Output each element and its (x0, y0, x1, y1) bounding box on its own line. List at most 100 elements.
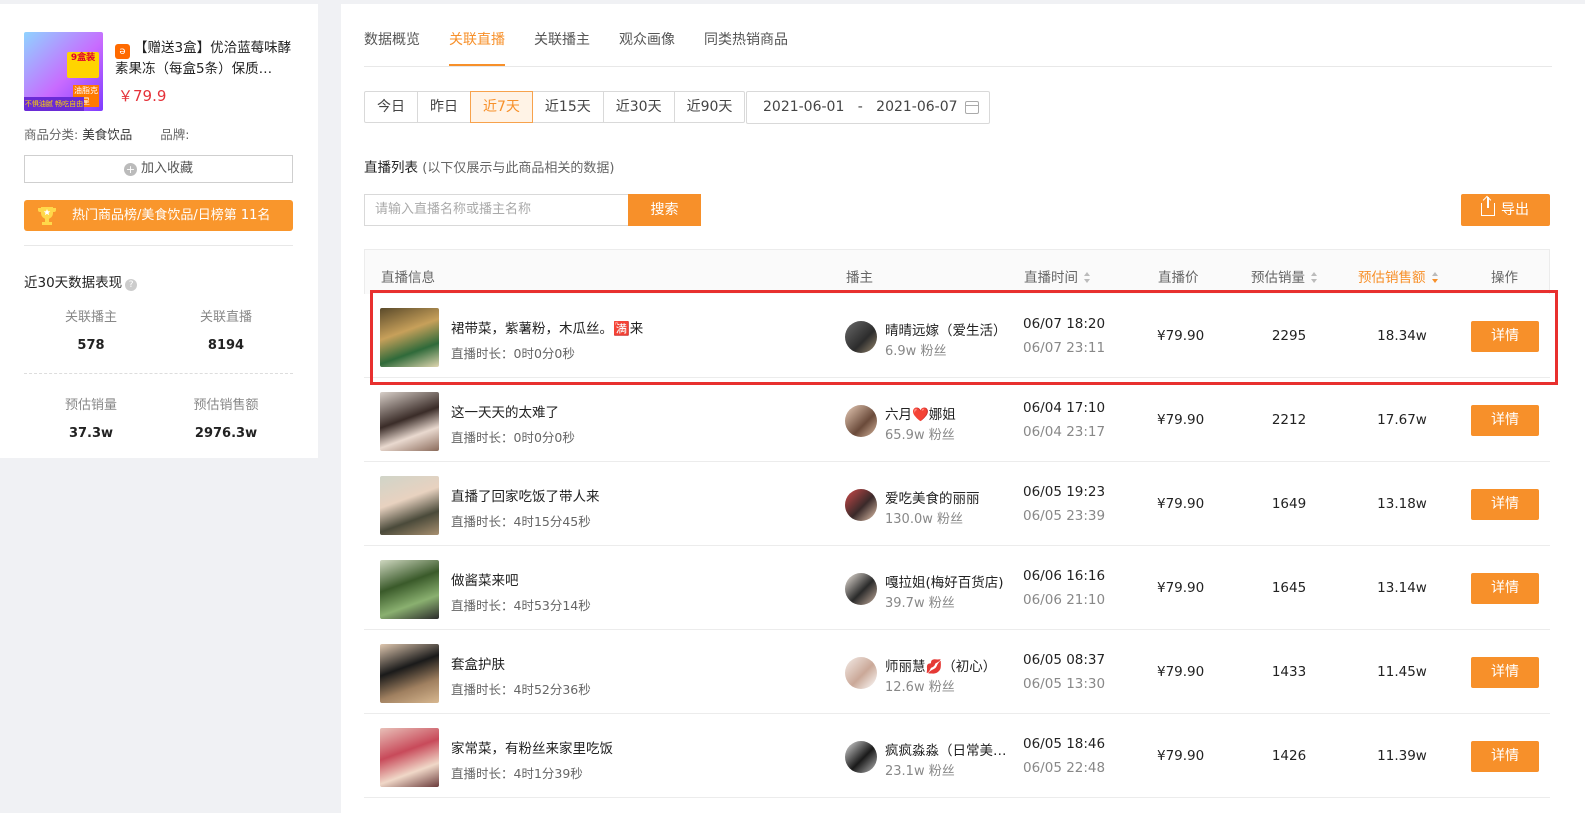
detail-button[interactable]: 详情 (1471, 741, 1539, 772)
main-panel: 数据概览 关联直播 关联播主 观众画像 同类热销商品 今日 昨日 近7天 近15… (341, 4, 1585, 813)
anchor-name[interactable]: 六月❤️娜姐 (885, 403, 1010, 423)
est-amount: 11.39w (1377, 748, 1427, 764)
anchor-fans: 39.7w 粉丝 (885, 596, 955, 611)
tab-overview[interactable]: 数据概览 (364, 29, 420, 49)
tab-related-live[interactable]: 关联直播 (449, 29, 505, 49)
date-15d-button[interactable]: 近15天 (531, 91, 604, 123)
detail-button[interactable]: 详情 (1471, 573, 1539, 604)
avatar[interactable] (845, 405, 877, 437)
stat-label: 关联播主 (64, 310, 117, 325)
date-90d-button[interactable]: 近90天 (673, 91, 746, 123)
avatar[interactable] (845, 489, 877, 521)
date-today-button[interactable]: 今日 (364, 91, 418, 123)
col-anchor: 播主 (846, 270, 873, 286)
live-price: ¥79.90 (1157, 664, 1205, 680)
category-label: 商品分类: (24, 127, 79, 142)
live-end-time: 06/07 23:11 (1023, 340, 1106, 356)
live-start-time: 06/05 19:23 (1023, 484, 1106, 500)
est-qty: 1645 (1271, 580, 1307, 596)
table-row: 套盒护肤 直播时长：4时52分36秒 师丽慧💋（初心） 12.6w 粉丝 06/… (364, 630, 1550, 714)
search-input[interactable]: 请输入直播名称或播主名称 (364, 194, 628, 226)
est-qty: 1426 (1271, 748, 1307, 764)
est-amount: 18.34w (1377, 328, 1427, 344)
anchor-name[interactable]: 晴晴远嫁（爱生活） (885, 319, 1010, 339)
product-image[interactable]: 9盒装 油脂克星 不惧油腻 畅吃自由 (24, 32, 103, 111)
anchor-name[interactable]: 疯疯淼淼（日常美… (885, 739, 1010, 759)
avatar[interactable] (845, 741, 877, 773)
stat-est-qty: 预估销量 37.3w (26, 394, 156, 441)
detail-button[interactable]: 详情 (1471, 489, 1539, 520)
live-start-time: 06/05 18:46 (1023, 736, 1106, 752)
live-end-time: 06/05 13:30 (1023, 676, 1106, 692)
anchor-name[interactable]: 师丽慧💋（初心） (885, 655, 1010, 675)
col-qty[interactable]: 预估销量 (1251, 266, 1318, 286)
live-duration: 直播时长：0时0分0秒 (451, 430, 575, 445)
est-amount: 17.67w (1377, 412, 1427, 428)
trophy-icon (38, 207, 56, 225)
range-sep: - (857, 99, 863, 115)
live-thumbnail[interactable] (380, 560, 439, 619)
live-price: ¥79.90 (1157, 328, 1205, 344)
live-duration: 直播时长：4时1分39秒 (451, 766, 583, 781)
anchor-fans: 6.9w 粉丝 (885, 344, 947, 359)
live-price: ¥79.90 (1157, 580, 1205, 596)
help-icon[interactable]: ? (125, 279, 138, 291)
live-thumbnail[interactable] (380, 644, 439, 703)
date-7d-button[interactable]: 近7天 (470, 91, 533, 123)
live-title[interactable]: 直播了回家吃饭了带人来 (451, 485, 600, 505)
divider (24, 245, 293, 246)
avatar[interactable] (845, 657, 877, 689)
stats-title: 近30天数据表现? (24, 271, 138, 291)
anchor-name[interactable]: 爱吃美食的丽丽 (885, 487, 1010, 507)
detail-button[interactable]: 详情 (1471, 405, 1539, 436)
table-row: 裙带菜，紫薯粉，木瓜丝。🈵来 直播时长：0时0分0秒 晴晴远嫁（爱生活） 6.9… (364, 294, 1550, 378)
anchor-name[interactable]: 嘎拉姐(梅好百货店) (885, 571, 1010, 591)
live-title[interactable]: 这一天天的太难了 (451, 401, 559, 421)
live-thumbnail[interactable] (380, 308, 439, 367)
date-filter: 今日 昨日 近7天 近15天 近30天 近90天 (364, 91, 746, 123)
live-title[interactable]: 套盒护肤 (451, 653, 505, 673)
avatar[interactable] (845, 321, 877, 353)
live-table: 直播信息 播主 直播时间 直播价 预估销量 预估销售额 操作 裙带菜，紫薯粉，木… (364, 249, 1550, 798)
tab-related-anchors[interactable]: 关联播主 (534, 29, 590, 49)
export-button[interactable]: 导出 (1461, 194, 1550, 226)
stat-label: 关联直播 (199, 310, 252, 325)
tab-audience[interactable]: 观众画像 (619, 29, 675, 49)
live-price: ¥79.90 (1157, 496, 1205, 512)
date-yesterday-button[interactable]: 昨日 (417, 91, 471, 123)
range-start: 2021-06-01 (763, 99, 845, 115)
stat-label: 预估销量 (64, 398, 117, 413)
sort-icon (1311, 272, 1318, 283)
detail-button[interactable]: 详情 (1471, 321, 1539, 352)
table-row: 家常菜，有粉丝来家里吃饭 直播时长：4时1分39秒 疯疯淼淼（日常美… 23.1… (364, 714, 1550, 798)
detail-button[interactable]: 详情 (1471, 657, 1539, 688)
live-thumbnail[interactable] (380, 728, 439, 787)
tab-similar-products[interactable]: 同类热销商品 (704, 29, 788, 49)
live-duration: 直播时长：4时15分45秒 (451, 514, 591, 529)
anchor-fans: 130.0w 粉丝 (885, 512, 963, 527)
anchor-fans: 65.9w 粉丝 (885, 428, 955, 443)
list-subtitle: (以下仅展示与此商品相关的数据) (422, 161, 615, 176)
rank-banner[interactable]: 热门商品榜/美食饮品/日榜第 11名 (24, 200, 293, 231)
live-end-time: 06/06 21:10 (1023, 592, 1106, 608)
live-title[interactable]: 家常菜，有粉丝来家里吃饭 (451, 737, 613, 757)
live-end-time: 06/04 23:17 (1023, 424, 1106, 440)
product-title[interactable]: ə 【赠送3盒】优洽蓝莓味酵素果冻（每盒5条）保质… (115, 38, 295, 79)
live-title[interactable]: 裙带菜，紫薯粉，木瓜丝。🈵来 (451, 317, 643, 337)
live-end-time: 06/05 23:39 (1023, 508, 1106, 524)
list-title: 直播列表 (以下仅展示与此商品相关的数据) (364, 160, 615, 176)
date-range-picker[interactable]: 2021-06-01 - 2021-06-07 (746, 91, 990, 124)
active-tab-indicator (449, 64, 505, 66)
plus-icon: + (123, 163, 137, 176)
avatar[interactable] (845, 573, 877, 605)
col-time[interactable]: 直播时间 (1024, 266, 1091, 286)
add-favorite-button[interactable]: + 加入收藏 (24, 155, 293, 183)
col-amount[interactable]: 预估销售额 (1358, 266, 1439, 286)
live-thumbnail[interactable] (380, 392, 439, 451)
live-title[interactable]: 做酱菜来吧 (451, 569, 519, 589)
live-thumbnail[interactable] (380, 476, 439, 535)
date-30d-button[interactable]: 近30天 (602, 91, 675, 123)
live-start-time: 06/06 16:16 (1023, 568, 1106, 584)
search-button[interactable]: 搜索 (628, 194, 701, 226)
live-duration: 直播时长：0时0分0秒 (451, 346, 575, 361)
